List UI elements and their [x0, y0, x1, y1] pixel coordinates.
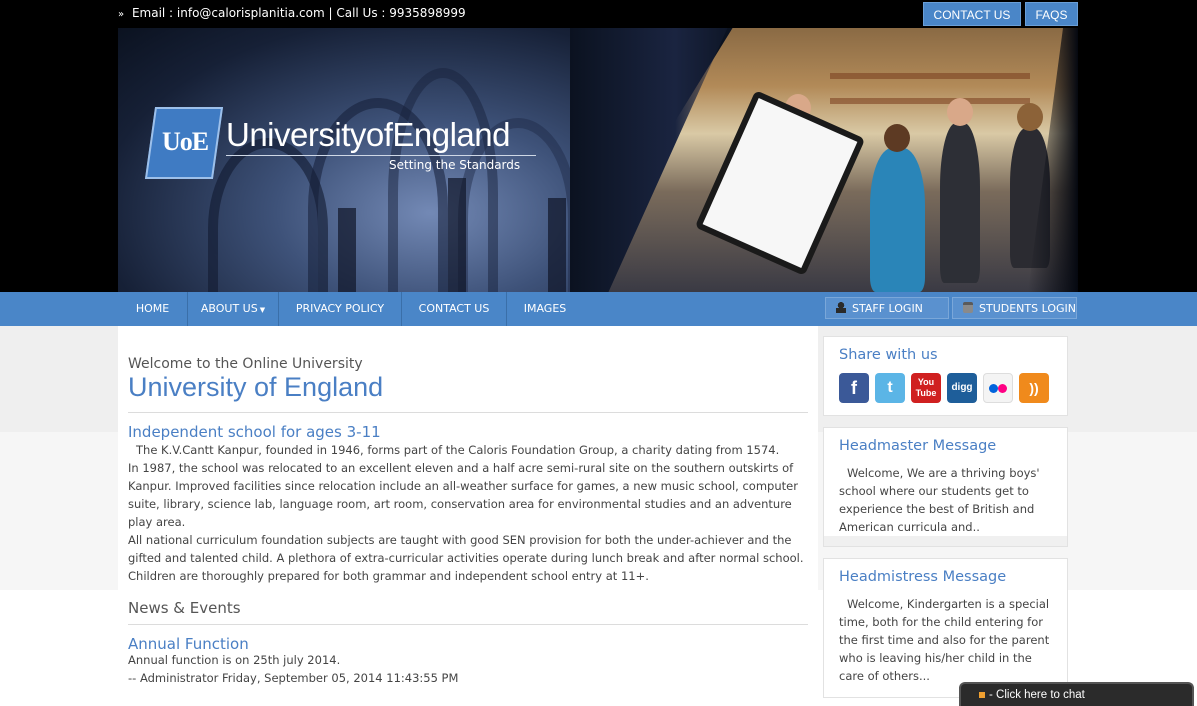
- caret-down-icon: ▼: [259, 306, 266, 314]
- headmaster-panel: Headmaster Message Welcome, We are a thr…: [823, 427, 1068, 547]
- section-heading: Independent school for ages 3-11: [128, 423, 381, 441]
- divider: [128, 624, 808, 625]
- email-text: Email : info@calorisplanitia.com: [131, 6, 325, 20]
- students-login-label: STUDENTS LOGIN: [979, 302, 1076, 315]
- logo-divider: [226, 155, 536, 156]
- site-name: UniversityofEngland: [226, 116, 511, 153]
- logo-mark-text: UoE: [162, 127, 209, 156]
- double-chevron-icon: »: [118, 9, 125, 20]
- phone-text: Call Us : 9935898999: [336, 6, 466, 20]
- chat-widget[interactable]: - Click here to chat: [959, 682, 1194, 706]
- nav-privacy-policy[interactable]: PRIVACY POLICY: [279, 292, 402, 326]
- news-item-text: Annual function is on 25th july 2014.: [128, 653, 341, 667]
- main-content: Welcome to the Online University Univers…: [118, 326, 818, 706]
- chat-label: - Click here to chat: [989, 689, 1085, 701]
- headmaster-title[interactable]: Headmaster Message: [839, 438, 996, 454]
- nav-images[interactable]: IMAGES: [507, 292, 583, 326]
- share-panel: Share with us f t You Tube digg )): [823, 336, 1068, 416]
- top-bar: » Email : info@calorisplanitia.com | Cal…: [118, 0, 1078, 28]
- youtube-icon[interactable]: You Tube: [911, 373, 941, 403]
- nav-home[interactable]: HOME: [118, 292, 188, 326]
- intro-body: The K.V.Cantt Kanpur, founded in 1946, f…: [128, 441, 808, 585]
- faqs-button[interactable]: FAQS: [1025, 2, 1078, 26]
- nav-about-us-label: ABOUT US: [200, 302, 258, 315]
- nav-images-label: IMAGES: [523, 302, 567, 315]
- chat-icon: [979, 692, 985, 698]
- staff-login-button[interactable]: STAFF LOGIN: [825, 297, 949, 319]
- nav-about-us[interactable]: ABOUT US ▼: [188, 292, 279, 326]
- flickr-icon[interactable]: [983, 373, 1013, 403]
- rss-icon[interactable]: )): [1019, 373, 1049, 403]
- page-title: University of England: [128, 372, 384, 402]
- digg-icon[interactable]: digg: [947, 373, 977, 403]
- contact-us-button[interactable]: CONTACT US: [923, 2, 1021, 26]
- paragraph-1: The K.V.Cantt Kanpur, founded in 1946, f…: [136, 443, 780, 457]
- welcome-text: Welcome to the Online University: [128, 356, 363, 372]
- nav-home-label: HOME: [135, 302, 170, 315]
- headmistress-panel: Headmistress Message Welcome, Kindergart…: [823, 558, 1068, 698]
- share-title: Share with us: [839, 347, 938, 363]
- main-navigation: HOME ABOUT US ▼ PRIVACY POLICY CONTACT US…: [0, 292, 1197, 326]
- headmistress-title[interactable]: Headmistress Message: [839, 569, 1006, 585]
- nav-privacy-policy-label: PRIVACY POLICY: [295, 302, 385, 315]
- user-icon: [836, 302, 846, 313]
- news-item-meta: -- Administrator Friday, September 05, 2…: [128, 671, 459, 685]
- staff-login-label: STAFF LOGIN: [852, 302, 923, 315]
- lock-icon: [963, 302, 973, 313]
- students-login-button[interactable]: STUDENTS LOGIN: [952, 297, 1077, 319]
- headmistress-text: Welcome, Kindergarten is a special time,…: [839, 597, 1050, 683]
- facebook-icon[interactable]: f: [839, 373, 869, 403]
- headmaster-text: Welcome, We are a thriving boys' school …: [839, 466, 1040, 534]
- paragraph-2: In 1987, the school was relocated to an …: [128, 461, 798, 529]
- news-item-title[interactable]: Annual Function: [128, 635, 249, 653]
- nav-contact-us[interactable]: CONTACT US: [402, 292, 507, 326]
- site-tagline: Setting the Standards: [389, 158, 521, 172]
- nav-contact-us-label: CONTACT US: [418, 302, 490, 315]
- twitter-icon[interactable]: t: [875, 373, 905, 403]
- divider: [128, 412, 808, 413]
- paragraph-3: All national curriculum foundation subje…: [128, 533, 804, 583]
- contact-info: » Email : info@calorisplanitia.com | Cal…: [118, 6, 466, 20]
- news-heading: News & Events: [128, 599, 241, 617]
